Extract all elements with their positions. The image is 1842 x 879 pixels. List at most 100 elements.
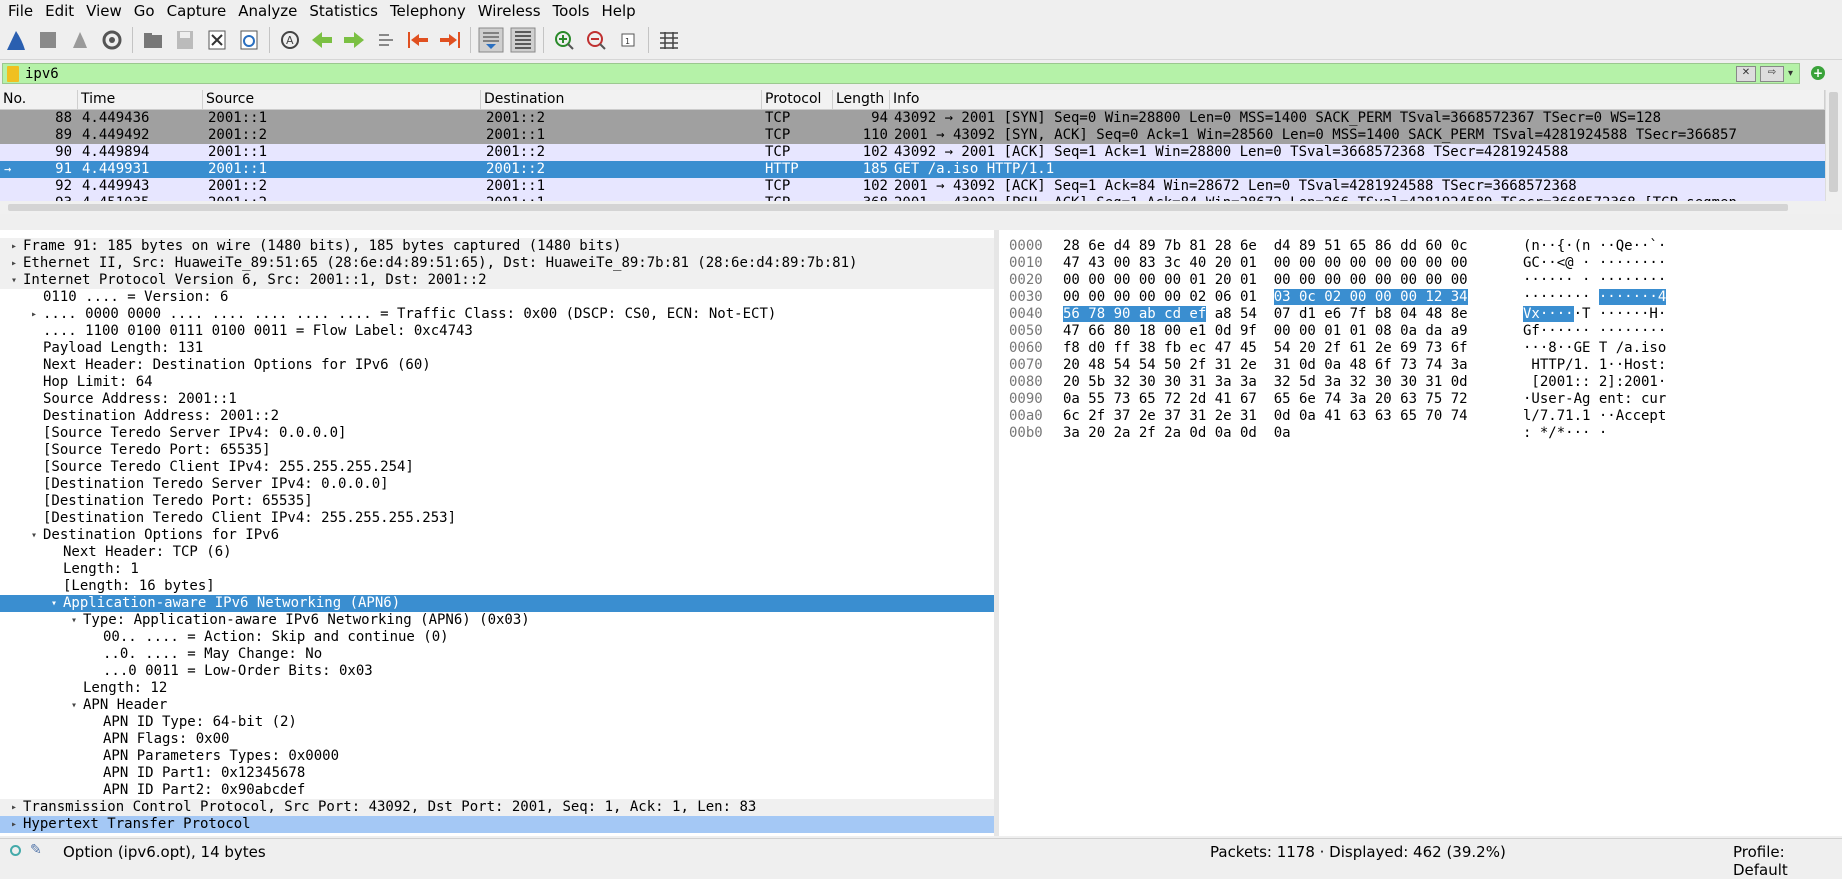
detail-tree-item[interactable]: 00.. .... = Action: Skip and continue (0… [0, 629, 994, 646]
expert-info-status-icon[interactable] [10, 845, 21, 856]
menu-go[interactable]: Go [128, 1, 161, 21]
detail-tree-item[interactable]: ▾ Internet Protocol Version 6, Src: 2001:… [0, 272, 994, 289]
pane-splitter-horizontal[interactable] [0, 214, 1842, 230]
status-profile[interactable]: Profile: Default [1733, 843, 1842, 879]
detail-tree-item[interactable]: APN Parameters Types: 0x0000 [0, 748, 994, 765]
detail-tree-item[interactable]: APN ID Part2: 0x90abcdef [0, 782, 994, 799]
detail-tree-item[interactable]: ▸ Frame 91: 185 bytes on wire (1480 bits)… [0, 238, 994, 255]
detail-tree-item[interactable]: ▾ Type: Application-aware IPv6 Networking… [0, 612, 994, 629]
packet-row[interactable]: 88 4.449436 2001::1 2001::2 TCP 94 43092 → 200… [0, 110, 1825, 127]
expanded-arrow-icon[interactable]: ▾ [8, 272, 20, 289]
find-packet-icon[interactable]: A [277, 27, 303, 53]
column-header-time[interactable]: Time [78, 90, 203, 109]
menu-tools[interactable]: Tools [547, 1, 596, 21]
detail-tree-item[interactable]: ▸ Ethernet II, Src: HuaweiTe_89:51:65 (28… [0, 255, 994, 272]
detail-tree-item[interactable]: .... 1100 0100 0111 0100 0011 = Flow Lab… [0, 323, 994, 340]
detail-tree-item[interactable]: [Source Teredo Port: 65535] [0, 442, 994, 459]
bytes-row[interactable]: 00b0 3a 20 2a 2f 2a 0d 0a 0d 0a: */*··· · [999, 425, 1842, 442]
go-to-packet-icon[interactable] [373, 27, 399, 53]
column-header-info[interactable]: Info [890, 90, 1825, 109]
bytes-row[interactable]: 0060 f8 d0 ff 38 fb ec 47 45 54 20 2f 61 … [999, 340, 1842, 357]
detail-tree-item[interactable]: Length: 1 [0, 561, 994, 578]
bytes-row[interactable]: 0090 0a 55 73 65 72 2d 41 67 65 6e 74 3a … [999, 391, 1842, 408]
packet-list-vertical-scrollbar[interactable] [1825, 90, 1842, 214]
collapsed-arrow-icon[interactable]: ▸ [28, 306, 40, 323]
detail-tree-item[interactable]: [Source Teredo Client IPv4: 255.255.255.… [0, 459, 994, 476]
packet-row[interactable]: 91 4.449931 2001::1 2001::2 HTTP 185 GET /a.is… [0, 161, 1825, 178]
detail-tree-item[interactable]: ▾ APN Header [0, 697, 994, 714]
open-file-icon[interactable] [140, 27, 166, 53]
stop-capture-icon[interactable] [35, 27, 61, 53]
bytes-row[interactable]: 0000 28 6e d4 89 7b 81 28 6e d4 89 51 65 … [999, 238, 1842, 255]
go-forward-arrow-icon[interactable] [341, 27, 367, 53]
normal-size-icon[interactable]: 1 [615, 27, 641, 53]
detail-tree-item[interactable]: Next Header: Destination Options for IPv… [0, 357, 994, 374]
detail-tree-item[interactable]: ▾ Application-aware IPv6 Networking (APN6… [0, 595, 994, 612]
apply-filter-arrow-icon[interactable]: ⇨ [1759, 65, 1784, 82]
bytes-row[interactable]: 0020 00 00 00 00 00 01 20 01 00 00 00 00 … [999, 272, 1842, 289]
edit-comment-icon[interactable]: ✎ [30, 842, 42, 858]
filter-bookmark-icon[interactable] [7, 65, 19, 82]
menu-edit[interactable]: Edit [39, 1, 80, 21]
packet-row[interactable]: 89 4.449492 2001::2 2001::1 TCP 110 2001 → 430… [0, 127, 1825, 144]
zoom-out-icon[interactable] [583, 27, 609, 53]
restart-capture-icon[interactable] [67, 27, 93, 53]
collapsed-arrow-icon[interactable]: ▸ [8, 816, 20, 833]
column-header-source[interactable]: Source [203, 90, 481, 109]
detail-tree-item[interactable]: [Destination Teredo Client IPv4: 255.255… [0, 510, 994, 527]
detail-tree-item[interactable]: ...0 0011 = Low-Order Bits: 0x03 [0, 663, 994, 680]
detail-tree-item[interactable]: [Length: 16 bytes] [0, 578, 994, 595]
capture-options-gear-icon[interactable] [99, 27, 125, 53]
save-file-icon[interactable] [172, 27, 198, 53]
menu-wireless[interactable]: Wireless [472, 1, 547, 21]
bytes-row[interactable]: 0050 47 66 80 18 00 e1 0d 9f 00 00 01 01 … [999, 323, 1842, 340]
bytes-row[interactable]: 0080 20 5b 32 30 30 31 3a 3a 32 5d 3a 32 … [999, 374, 1842, 391]
resize-columns-icon[interactable] [656, 27, 682, 53]
detail-tree-item[interactable]: Destination Address: 2001::2 [0, 408, 994, 425]
collapsed-arrow-icon[interactable]: ▸ [8, 238, 20, 255]
go-first-packet-icon[interactable] [405, 27, 431, 53]
bytes-row[interactable]: 0010 47 43 00 83 3c 40 20 01 00 00 00 00 … [999, 255, 1842, 272]
colorize-icon[interactable] [510, 27, 536, 53]
column-header-no[interactable]: No. [0, 90, 78, 109]
detail-tree-item[interactable]: Source Address: 2001::1 [0, 391, 994, 408]
detail-tree-item[interactable]: APN ID Part1: 0x12345678 [0, 765, 994, 782]
expanded-arrow-icon[interactable]: ▾ [68, 612, 80, 629]
reload-file-icon[interactable] [236, 27, 262, 53]
display-filter-text[interactable]: ipv6 [25, 66, 1736, 82]
detail-tree-item[interactable]: 0110 .... = Version: 6 [0, 289, 994, 306]
bytes-row[interactable]: 00a0 6c 2f 37 2e 37 31 2e 31 0d 0a 41 63 … [999, 408, 1842, 425]
expanded-arrow-icon[interactable]: ▾ [68, 697, 80, 714]
menu-statistics[interactable]: Statistics [303, 1, 384, 21]
detail-tree-item[interactable]: APN Flags: 0x00 [0, 731, 994, 748]
column-header-length[interactable]: Length [833, 90, 890, 109]
detail-tree-item[interactable]: [Destination Teredo Port: 65535] [0, 493, 994, 510]
close-file-icon[interactable] [204, 27, 230, 53]
detail-tree-item[interactable]: ▸ Hypertext Transfer Protocol [0, 816, 994, 833]
go-last-packet-icon[interactable] [437, 27, 463, 53]
detail-tree-item[interactable]: Length: 12 [0, 680, 994, 697]
menu-capture[interactable]: Capture [161, 1, 233, 21]
add-filter-button-icon[interactable]: + [1811, 66, 1825, 80]
expanded-arrow-icon[interactable]: ▾ [28, 527, 40, 544]
menu-view[interactable]: View [80, 1, 128, 21]
shark-fin-start-icon[interactable] [3, 27, 29, 53]
packet-row[interactable]: 92 4.449943 2001::2 2001::1 TCP 102 2001 → 430… [0, 178, 1825, 195]
detail-tree-item[interactable]: ..0. .... = May Change: No [0, 646, 994, 663]
detail-tree-item[interactable]: ▸.... 0000 0000 .... .... .... .... ....… [0, 306, 994, 323]
column-header-destination[interactable]: Destination [481, 90, 762, 109]
column-header-protocol[interactable]: Protocol [762, 90, 833, 109]
detail-tree-item[interactable]: Next Header: TCP (6) [0, 544, 994, 561]
menu-telephony[interactable]: Telephony [384, 1, 472, 21]
go-back-arrow-icon[interactable] [309, 27, 335, 53]
detail-tree-item[interactable]: [Destination Teredo Server IPv4: 0.0.0.0… [0, 476, 994, 493]
bytes-row[interactable]: 0070 20 48 54 54 50 2f 31 2e 31 0d 0a 48 … [999, 357, 1842, 374]
bytes-row[interactable]: 0040 56 78 90 ab cd ef a8 54 07 d1 e6 7f … [999, 306, 1842, 323]
detail-tree-item[interactable]: ▸ Transmission Control Protocol, Src Port… [0, 799, 994, 816]
clear-filter-icon[interactable]: ✕ [1735, 65, 1756, 82]
detail-tree-item[interactable]: Hop Limit: 64 [0, 374, 994, 391]
menu-file[interactable]: File [0, 1, 39, 21]
display-filter-input[interactable]: ipv6 ✕ ⇨ ▾ [2, 63, 1800, 84]
zoom-in-icon[interactable] [551, 27, 577, 53]
packet-list-horizontal-scrollbar[interactable] [0, 201, 1826, 214]
